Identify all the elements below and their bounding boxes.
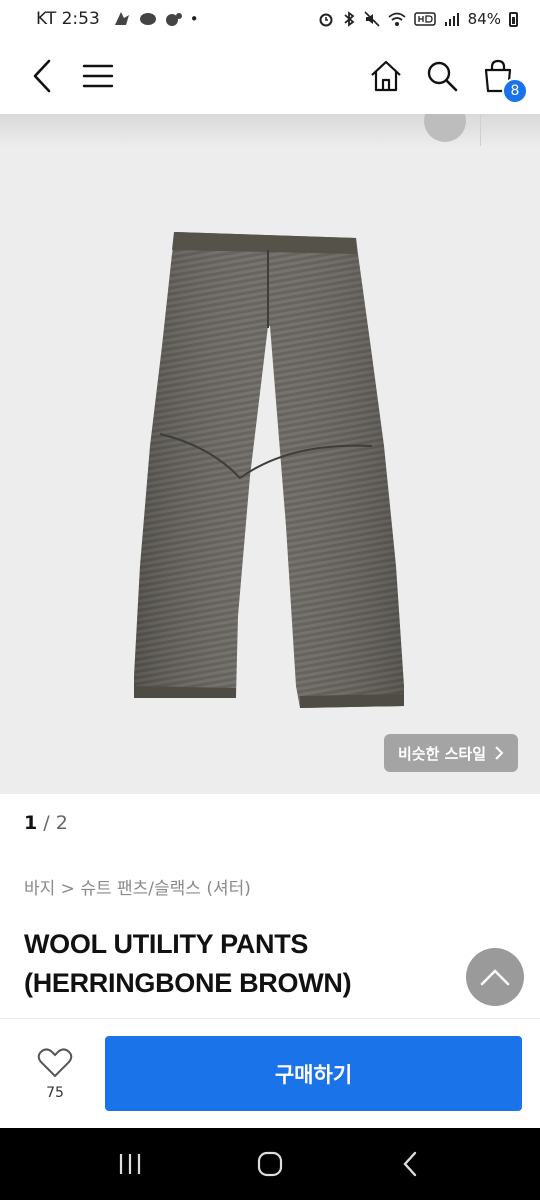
system-navigation-bar (0, 1128, 540, 1200)
category-breadcrumb[interactable]: 바지 > 슈트 팬츠/슬랙스 (셔터) (24, 874, 251, 899)
chevron-right-icon (495, 746, 504, 760)
battery-icon (509, 11, 518, 27)
wifi-icon (388, 12, 406, 26)
image-pager: 1 / 2 (24, 812, 68, 834)
heart-icon (37, 1047, 73, 1077)
notification-icon (139, 13, 156, 25)
status-time: KT 2:53 (36, 9, 100, 29)
alarm-icon (319, 13, 333, 27)
battery-percent: 84% (467, 10, 501, 28)
home-nav-button[interactable] (240, 1134, 300, 1194)
similar-style-button[interactable]: 비슷한 스타일 (383, 734, 518, 772)
menu-button[interactable] (76, 54, 120, 98)
purchase-bar: 75 구매하기 (0, 1018, 540, 1128)
pager-separator: / (43, 812, 56, 834)
like-count: 75 (46, 1084, 64, 1101)
search-icon (427, 61, 458, 92)
pager-current: 1 (24, 812, 38, 834)
scrolled-content-strip (0, 114, 540, 146)
dot-icon: • (189, 10, 199, 28)
scroll-to-top-button[interactable] (466, 948, 524, 1006)
system-icons: 84% (318, 10, 518, 28)
pants-image (134, 232, 404, 708)
notification-icon (114, 12, 129, 25)
cart-count-badge: 8 (502, 78, 528, 104)
notification-icon (165, 13, 182, 26)
like-button[interactable]: 75 (20, 1047, 90, 1101)
signal-icon (444, 13, 459, 26)
divider (480, 114, 481, 146)
system-back-button[interactable] (380, 1134, 440, 1194)
product-image[interactable]: 비슷한 스타일 (0, 146, 540, 794)
cart-button[interactable]: 8 (476, 54, 528, 104)
chevron-up-icon (480, 969, 510, 986)
status-bar: KT 2:53 • 84% (0, 0, 540, 38)
notification-icons: • (112, 10, 199, 28)
product-title: WOOL UTILITY PANTS (HERRINGBONE BROWN) (24, 929, 352, 998)
recent-apps-icon (119, 1154, 141, 1174)
chevron-left-icon (33, 59, 51, 93)
mute-icon (364, 11, 380, 27)
wishlist-circle[interactable] (424, 114, 466, 142)
top-navigation: 8 (0, 38, 540, 114)
back-arrow-icon (403, 1151, 417, 1177)
back-button[interactable] (20, 54, 64, 98)
hd-icon (413, 12, 436, 26)
similar-style-label: 비슷한 스타일 (397, 744, 486, 763)
menu-icon (82, 64, 114, 88)
home-circle-icon (257, 1151, 283, 1177)
bluetooth-icon (344, 11, 355, 27)
recent-apps-button[interactable] (100, 1134, 160, 1194)
search-button[interactable] (420, 54, 464, 98)
home-icon (371, 60, 401, 92)
pager-total: 2 (55, 812, 68, 834)
buy-button[interactable]: 구매하기 (105, 1036, 522, 1111)
home-button[interactable] (364, 54, 408, 98)
